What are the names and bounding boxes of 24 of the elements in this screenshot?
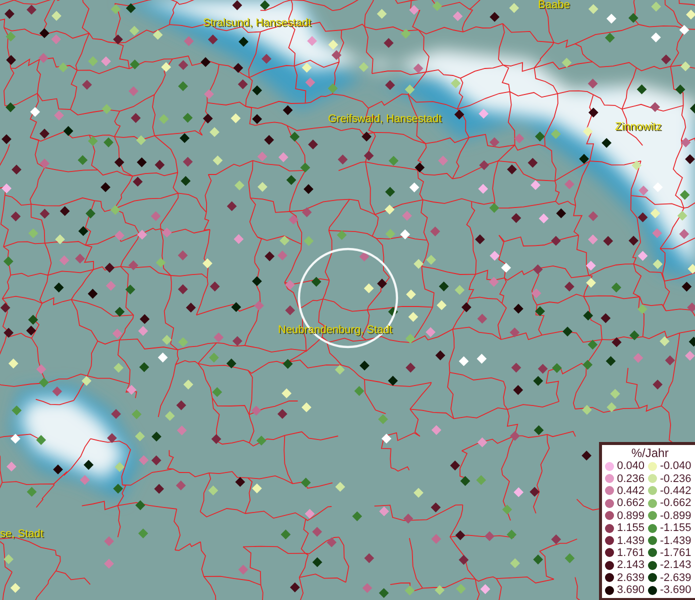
legend-label: 1.761: [617, 546, 645, 559]
legend-label: 0.662: [617, 497, 645, 510]
legend-label: -1.155: [660, 522, 692, 534]
legend-label: -0.442: [660, 484, 692, 497]
legend-label: 0.442: [617, 484, 645, 497]
legend-label: -2.143: [660, 559, 692, 572]
legend-label: 1.155: [617, 522, 645, 534]
legend-label: 3.690: [617, 584, 645, 596]
legend-title: %/Jahr: [630, 446, 670, 460]
legend-label: 0.899: [617, 510, 645, 522]
place-label: se, Stadt: [0, 528, 44, 540]
legend-label: -3.690: [660, 584, 692, 596]
legend-label: 0.040: [617, 460, 645, 472]
legend-label: 2.639: [617, 572, 645, 584]
legend-label: -0.899: [660, 510, 692, 522]
legend-label: 0.236: [617, 472, 645, 485]
legend-label: -1.439: [660, 534, 692, 547]
legend-label: -2.639: [660, 572, 692, 584]
legend-label: -1.761: [660, 546, 692, 559]
legend-label: 2.143: [617, 559, 645, 572]
legend-label: -0.662: [660, 497, 692, 510]
legend-label: -0.040: [660, 460, 692, 472]
legend-label: -0.236: [660, 472, 692, 485]
legend-label: 1.439: [617, 534, 645, 547]
